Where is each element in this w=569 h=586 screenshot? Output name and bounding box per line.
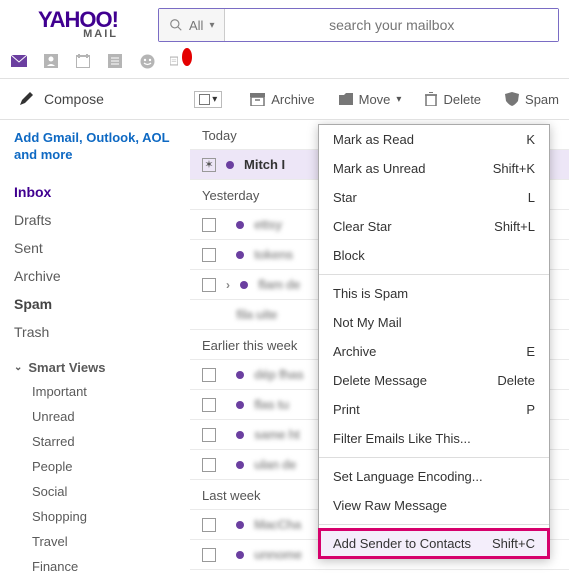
ctx-delete[interactable]: Delete MessageDelete: [319, 366, 549, 395]
sender: ettsy: [254, 217, 282, 232]
sender: flam de: [258, 277, 300, 292]
move-button[interactable]: Move ▾: [329, 92, 412, 107]
unread-dot-icon: [236, 221, 244, 229]
checkbox[interactable]: [202, 428, 216, 442]
search-icon: [169, 18, 183, 32]
smart-social[interactable]: Social: [14, 479, 190, 504]
ctx-add-sender[interactable]: Add Sender to ContactsShift+C: [319, 529, 549, 558]
pencil-icon: [18, 91, 34, 107]
thread-arrow-icon: ›: [226, 278, 230, 292]
checkbox[interactable]: [202, 248, 216, 262]
trash-icon: [425, 92, 437, 106]
unread-dot-icon: [236, 551, 244, 559]
spam-button[interactable]: Spam: [495, 92, 569, 107]
move-label: Move: [359, 92, 391, 107]
context-menu: Mark as ReadK Mark as UnreadShift+K Star…: [318, 124, 550, 559]
smart-people[interactable]: People: [14, 454, 190, 479]
unread-dot-icon: [236, 461, 244, 469]
ctx-star[interactable]: StarL: [319, 183, 549, 212]
checkbox[interactable]: [202, 278, 216, 292]
ctx-block[interactable]: Block: [319, 241, 549, 270]
yahoo-logo: YAHOO! MAIL: [38, 10, 118, 40]
ctx-spam[interactable]: This is Spam: [319, 279, 549, 308]
smart-unread[interactable]: Unread: [14, 404, 190, 429]
sender: fila uite: [236, 307, 277, 322]
chevron-down-icon: ▾: [209, 20, 214, 31]
sender: tokens: [254, 247, 293, 262]
unread-dot-icon: [226, 161, 234, 169]
sender: ulan de: [254, 457, 296, 472]
folder-spam[interactable]: Spam: [14, 290, 190, 318]
archive-label: Archive: [271, 92, 314, 107]
smart-views-header[interactable]: ⌄Smart Views: [14, 352, 190, 379]
mail-icon[interactable]: [10, 52, 28, 70]
checkbox[interactable]: [202, 548, 216, 562]
compose-button[interactable]: Compose: [0, 91, 180, 107]
search-filter-label: All: [189, 18, 203, 33]
compose-label: Compose: [44, 91, 104, 107]
archive-icon: [250, 93, 265, 106]
notification-badge: [182, 48, 192, 66]
smart-starred[interactable]: Starred: [14, 429, 190, 454]
notepad-icon[interactable]: [106, 52, 124, 70]
calendar-icon[interactable]: [74, 52, 92, 70]
news-icon[interactable]: [170, 52, 188, 70]
checkbox[interactable]: [202, 398, 216, 412]
search-filter[interactable]: All ▾: [159, 9, 225, 41]
unread-dot-icon: [236, 251, 244, 259]
unread-dot-icon: [240, 281, 248, 289]
ctx-mark-read[interactable]: Mark as ReadK: [319, 125, 549, 154]
sender: same ht: [254, 427, 300, 442]
unread-dot-icon: [236, 521, 244, 529]
message-list: Today ✶ Mitch I Yesterday ettsy tokens ›…: [190, 120, 569, 582]
checkbox[interactable]: [202, 458, 216, 472]
unread-dot-icon: [236, 401, 244, 409]
sidebar: Add Gmail, Outlook, AOL and more Inbox D…: [0, 120, 190, 582]
folder-inbox[interactable]: Inbox: [14, 178, 190, 206]
ctx-clear-star[interactable]: Clear StarShift+L: [319, 212, 549, 241]
folder-sent[interactable]: Sent: [14, 234, 190, 262]
app-icon-bar: [0, 46, 569, 78]
sender: Mitch I: [244, 157, 285, 172]
spam-label: Spam: [525, 92, 559, 107]
sender: unnome: [254, 547, 302, 562]
shield-icon: [505, 92, 519, 106]
unread-dot-icon: [236, 371, 244, 379]
folder-trash[interactable]: Trash: [14, 318, 190, 346]
unread-dot-icon: [236, 431, 244, 439]
messenger-icon[interactable]: [138, 52, 156, 70]
folder-drafts[interactable]: Drafts: [14, 206, 190, 234]
ctx-language[interactable]: Set Language Encoding...: [319, 462, 549, 491]
checkbox[interactable]: [202, 368, 216, 382]
contacts-icon[interactable]: [42, 52, 60, 70]
ctx-print[interactable]: PrintP: [319, 395, 549, 424]
search-bar[interactable]: All ▾: [158, 8, 559, 42]
sender: flas tu: [254, 397, 289, 412]
checkbox[interactable]: [202, 518, 216, 532]
checkbox[interactable]: ✶: [202, 158, 216, 172]
smart-important[interactable]: Important: [14, 379, 190, 404]
smart-finance[interactable]: Finance: [14, 554, 190, 579]
sender: MacCha: [254, 517, 301, 532]
archive-button[interactable]: Archive: [240, 92, 324, 107]
select-all[interactable]: ▾: [194, 91, 222, 108]
ctx-raw[interactable]: View Raw Message: [319, 491, 549, 520]
sender: dép fhas: [254, 367, 303, 382]
chevron-down-icon: ⌄: [14, 362, 22, 373]
folder-archive[interactable]: Archive: [14, 262, 190, 290]
delete-label: Delete: [443, 92, 481, 107]
ctx-archive[interactable]: ArchiveE: [319, 337, 549, 366]
ctx-filter[interactable]: Filter Emails Like This...: [319, 424, 549, 453]
delete-button[interactable]: Delete: [415, 92, 491, 107]
chevron-down-icon: ▾: [212, 94, 217, 105]
add-account-link[interactable]: Add Gmail, Outlook, AOL and more: [14, 130, 190, 164]
checkbox[interactable]: [202, 218, 216, 232]
chevron-down-icon: ▾: [396, 94, 401, 105]
smart-travel[interactable]: Travel: [14, 529, 190, 554]
ctx-not-my-mail[interactable]: Not My Mail: [319, 308, 549, 337]
smart-shopping[interactable]: Shopping: [14, 504, 190, 529]
folder-icon: [339, 93, 353, 105]
ctx-mark-unread[interactable]: Mark as UnreadShift+K: [319, 154, 549, 183]
search-input[interactable]: [225, 9, 558, 41]
